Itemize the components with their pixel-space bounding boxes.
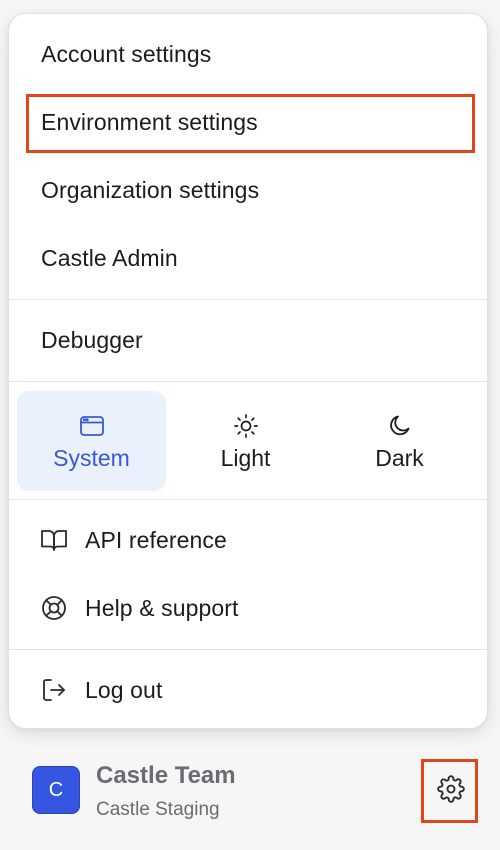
castle-admin-item[interactable]: Castle Admin <box>9 224 487 292</box>
menu-divider <box>9 381 487 382</box>
avatar[interactable]: C <box>32 766 80 814</box>
api-reference-item[interactable]: API reference <box>9 506 487 574</box>
help-support-item[interactable]: Help & support <box>9 574 487 642</box>
environment-settings-label: Environment settings <box>41 108 258 135</box>
theme-option-label: Light <box>220 444 271 471</box>
api-reference-label: API reference <box>85 526 227 553</box>
theme-option-label: System <box>53 444 130 471</box>
team-name: Castle Team <box>96 762 236 789</box>
settings-button[interactable] <box>422 760 479 823</box>
logout-icon <box>39 675 69 705</box>
castle-admin-label: Castle Admin <box>41 244 178 271</box>
logout-label: Log out <box>85 676 163 703</box>
help-support-label: Help & support <box>85 594 239 621</box>
theme-option-label: Dark <box>375 444 424 471</box>
sun-icon <box>231 411 261 441</box>
moon-icon <box>385 411 415 441</box>
account-footer: C Castle Team Castle Staging <box>0 742 500 842</box>
menu-divider <box>9 299 487 300</box>
debugger-item[interactable]: Debugger <box>9 306 487 374</box>
debugger-label: Debugger <box>41 326 143 353</box>
organization-settings-item[interactable]: Organization settings <box>9 156 487 224</box>
theme-switcher: System Light Dark <box>17 391 479 491</box>
menu-divider <box>9 499 487 500</box>
logout-item[interactable]: Log out <box>9 656 487 724</box>
environment-name: Castle Staging <box>96 799 220 820</box>
browser-window-icon <box>77 411 107 441</box>
account-settings-label: Account settings <box>41 40 212 67</box>
theme-option-system[interactable]: System <box>17 391 166 491</box>
menu-divider <box>9 649 487 650</box>
theme-option-dark[interactable]: Dark <box>325 391 474 491</box>
theme-option-light[interactable]: Light <box>171 391 320 491</box>
book-open-icon <box>39 525 69 555</box>
user-menu-dropdown: Account settings Environment settings Or… <box>8 13 488 729</box>
account-settings-item[interactable]: Account settings <box>9 20 487 88</box>
gear-icon <box>436 775 465 808</box>
life-buoy-icon <box>39 593 69 623</box>
organization-settings-label: Organization settings <box>41 176 260 203</box>
environment-settings-item[interactable]: Environment settings <box>9 88 487 156</box>
